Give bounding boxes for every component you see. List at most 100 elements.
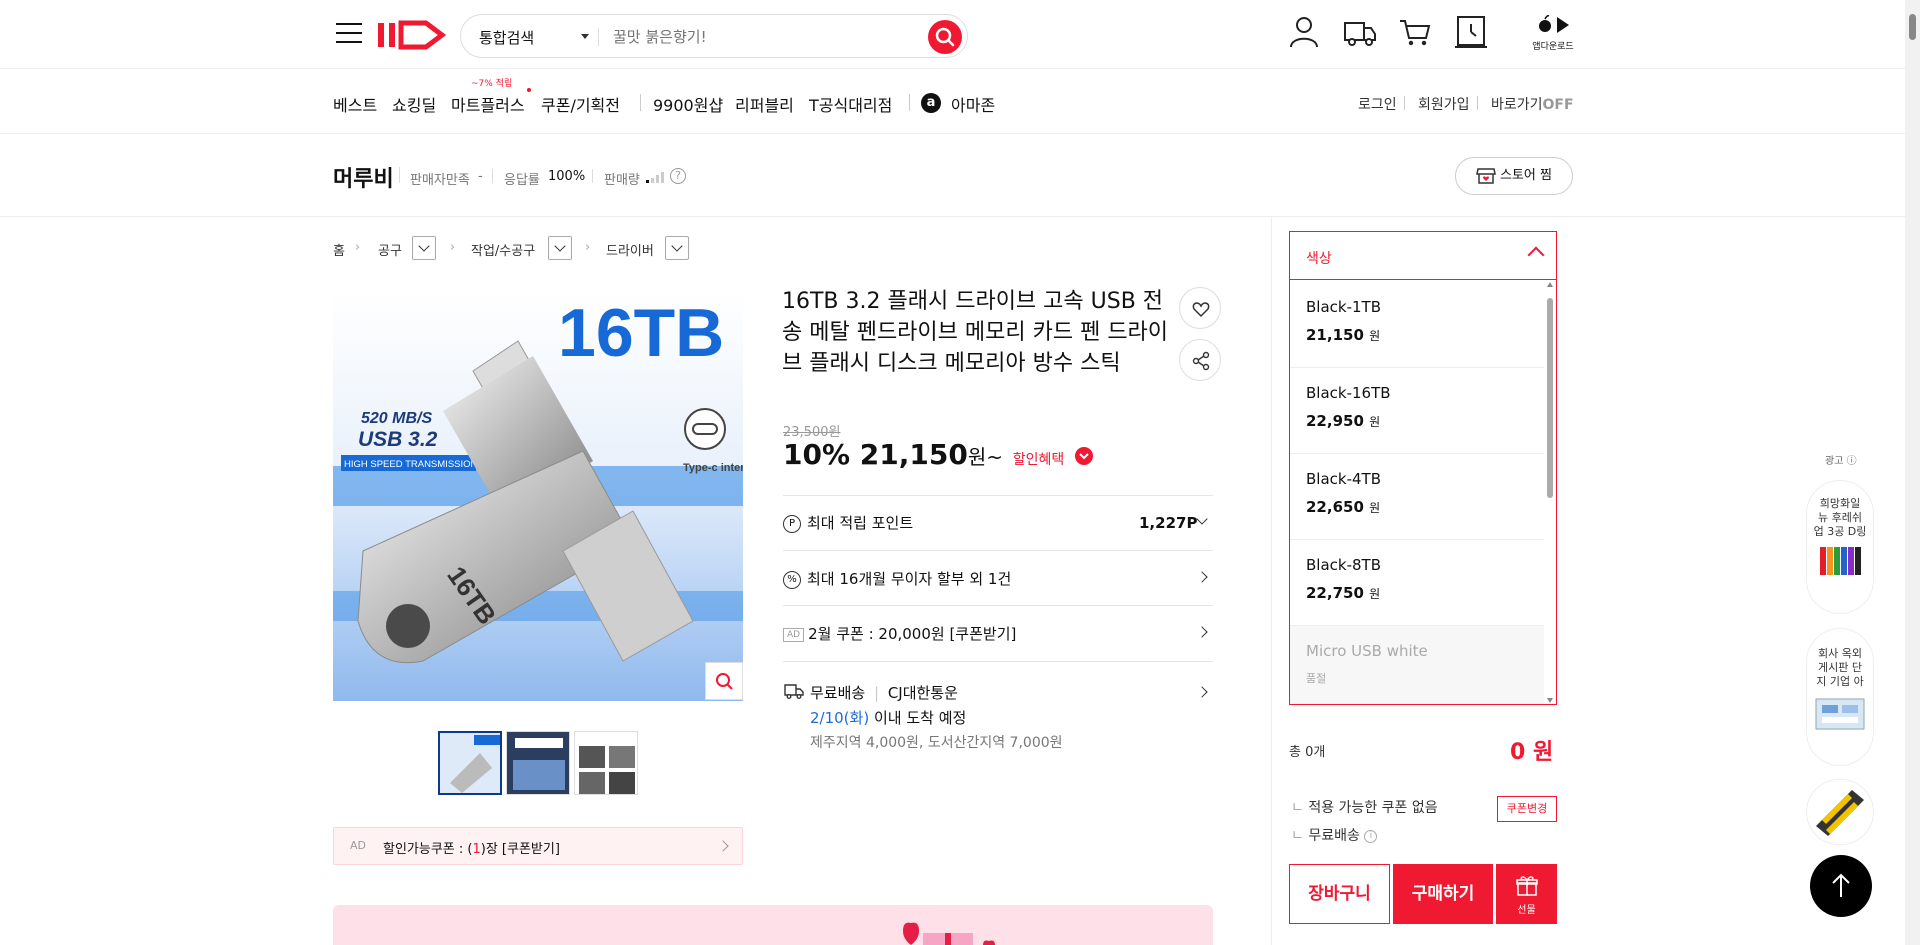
- breadcrumb-dropdown-2[interactable]: [548, 236, 572, 260]
- ad-badge: AD: [350, 839, 366, 852]
- store-follow-button[interactable]: 스토어 찜: [1455, 157, 1573, 195]
- side-ad-card-1[interactable]: 희망화일 뉴 후레쉬 업 3공 D링: [1806, 480, 1874, 614]
- help-icon[interactable]: ?: [670, 168, 686, 184]
- option-price: 22,650 원: [1306, 498, 1380, 516]
- coupon-bar-suffix: )장 [쿠폰받기]: [480, 842, 560, 857]
- gift-label: 선물: [1517, 905, 1536, 916]
- response-label: 응답률: [504, 173, 540, 188]
- chevron-right-icon: [717, 840, 729, 852]
- promo-banner[interactable]: [333, 905, 1213, 945]
- app-download[interactable]: 앱다운로드: [1530, 14, 1576, 52]
- side-ad-text: 회사 옥외 게시판 단지 기업 아: [1816, 647, 1864, 688]
- nav-refurbly[interactable]: 리퍼블리: [735, 92, 794, 116]
- option-item[interactable]: Black-1TB 21,150 원: [1290, 282, 1544, 368]
- nav-9900[interactable]: 9900원샵: [653, 92, 723, 116]
- shipping-truck-icon: [784, 684, 804, 699]
- shipping-row[interactable]: 무료배송 | CJ대한통운: [810, 682, 958, 703]
- nav-amazon[interactable]: 아마존: [951, 92, 995, 116]
- gift-button[interactable]: 선물: [1496, 864, 1557, 924]
- interface-text: Type-c interface: [683, 462, 743, 474]
- breadcrumb-dropdown-1[interactable]: [412, 236, 436, 260]
- info-icon[interactable]: i: [1364, 829, 1378, 843]
- option-scrollbar[interactable]: [1546, 282, 1554, 703]
- cart-icon[interactable]: [1397, 14, 1433, 50]
- thumbnail-1[interactable]: [438, 731, 502, 795]
- option-name: Micro USB white: [1306, 642, 1428, 660]
- nav-t-official[interactable]: T공식대리점: [809, 92, 892, 116]
- login-link[interactable]: 로그인: [1358, 94, 1397, 114]
- page-scrollbar[interactable]: [1905, 0, 1920, 945]
- speed-text: 520 MB/S: [361, 410, 432, 427]
- discount-benefit-link[interactable]: 할인혜택: [1013, 452, 1065, 468]
- option-name: Black-4TB: [1306, 470, 1381, 488]
- new-dot: [527, 88, 531, 92]
- nav-best[interactable]: 베스트: [333, 92, 377, 116]
- coupon-change-button[interactable]: 쿠폰변경: [1497, 796, 1557, 822]
- menu-icon[interactable]: [336, 23, 362, 43]
- points-label: 최대 적립 포인트: [807, 514, 914, 532]
- search-input[interactable]: [613, 26, 903, 48]
- mart-badge: ~7% 적립: [471, 79, 513, 89]
- breadcrumb-dropdown-3[interactable]: [665, 236, 689, 260]
- product-main-image[interactable]: 16TB 520 MB/S USB 3.2 HIGH SPEED TRANSMI…: [333, 291, 743, 701]
- breadcrumb-driver[interactable]: 드라이버: [606, 240, 654, 259]
- side-ad-card-2[interactable]: 회사 옥외 게시판 단지 기업 아: [1806, 628, 1874, 766]
- option-item[interactable]: Black-16TB 22,950 원: [1290, 368, 1544, 454]
- option-header-label: 색상: [1306, 251, 1332, 267]
- chevron-down-icon[interactable]: [1196, 513, 1208, 525]
- arrow-up-icon: [1832, 873, 1850, 897]
- 11st-logo[interactable]: [376, 18, 448, 52]
- nav-mart-plus[interactable]: 마트플러스: [451, 92, 525, 116]
- category-nav: 베스트 쇼킹딜 ~7% 적립 마트플러스 쿠폰/기획전 9900원샵 리퍼블리 …: [0, 70, 1905, 134]
- scroll-to-top-button[interactable]: [1810, 855, 1872, 917]
- free-shipping-row: ㄴ 무료배송 i: [1291, 825, 1378, 845]
- store-icon: [1476, 167, 1496, 184]
- search-category-select[interactable]: 통합검색: [479, 27, 534, 48]
- heart-icon: [1192, 302, 1210, 318]
- shipping-extra: 제주지역 4,000원, 도서산간지역 7,000원: [810, 735, 1063, 751]
- option-item[interactable]: Black-8TB 22,750 원: [1290, 540, 1544, 626]
- breadcrumb-home[interactable]: 홈: [333, 240, 345, 259]
- sales-level-icon: [646, 172, 664, 183]
- delivery-truck-icon[interactable]: [1342, 14, 1378, 50]
- share-icon: [1192, 351, 1210, 371]
- monthly-coupon-row[interactable]: AD 2월 쿠폰 : 20,000원 [쿠폰받기]: [783, 623, 1016, 644]
- option-price-unit: 원: [1369, 329, 1381, 343]
- nav-shocking-deal[interactable]: 쇼킹딜: [392, 92, 436, 116]
- search-bar: 통합검색: [460, 14, 968, 58]
- thumbnail-2[interactable]: [506, 731, 570, 795]
- breadcrumb-tools[interactable]: 공구: [378, 240, 402, 259]
- user-icon[interactable]: [1286, 14, 1322, 50]
- option-name: Black-1TB: [1306, 298, 1381, 316]
- arrival-row: 2/10(화) 이내 도착 예정: [810, 707, 966, 728]
- seller-bar: 머루비 판매자만족 - 응답률 100% 판매량 ? 스토어 찜: [0, 135, 1905, 217]
- buy-now-button[interactable]: 구매하기: [1393, 864, 1493, 924]
- thumbnail-3[interactable]: [574, 731, 638, 795]
- option-item[interactable]: Black-4TB 22,650 원: [1290, 454, 1544, 540]
- points-row[interactable]: P 최대 적립 포인트: [783, 512, 913, 533]
- coupon-bar-prefix: 할인가능쿠폰 : (: [383, 842, 473, 857]
- breadcrumb-hand-tools[interactable]: 작업/수공구: [471, 240, 535, 259]
- option-header[interactable]: 색상: [1290, 232, 1556, 280]
- zoom-button[interactable]: [705, 662, 743, 700]
- search-button[interactable]: [928, 20, 962, 54]
- store-follow-label: 스토어 찜: [1500, 168, 1552, 183]
- side-ad-image: [1816, 790, 1864, 836]
- chevron-down-circle-icon[interactable]: [1074, 446, 1094, 466]
- seller-name[interactable]: 머루비: [333, 161, 394, 193]
- share-button[interactable]: [1179, 339, 1221, 381]
- signup-link[interactable]: 회원가입: [1418, 94, 1470, 114]
- wishlist-button[interactable]: [1179, 287, 1221, 329]
- gift-icon: [1515, 876, 1538, 896]
- coupon-bar[interactable]: AD 할인가능쿠폰 : (1)장 [쿠폰받기]: [333, 827, 743, 865]
- chevron-down-icon[interactable]: [581, 34, 589, 39]
- recent-view-icon[interactable]: [1453, 14, 1489, 50]
- side-ad-card-3[interactable]: [1806, 779, 1874, 845]
- installment-row[interactable]: % 최대 16개월 무이자 할부 외 1건: [783, 568, 1011, 589]
- chevron-up-icon[interactable]: [1527, 246, 1545, 264]
- ad-label-text: 광고: [1825, 456, 1844, 467]
- add-to-cart-button[interactable]: 장바구니: [1289, 864, 1390, 924]
- option-price: 21,150 원: [1306, 326, 1380, 344]
- shortcut-toggle[interactable]: 바로가기OFF: [1491, 94, 1574, 114]
- nav-coupon[interactable]: 쿠폰/기획전: [541, 92, 620, 116]
